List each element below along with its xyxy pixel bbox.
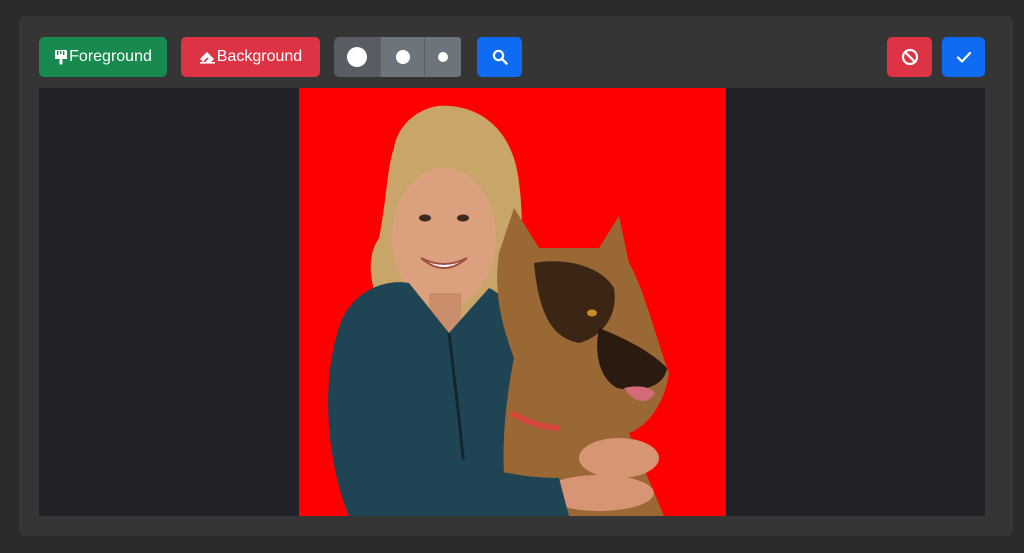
- brush-size-group: [334, 37, 462, 77]
- woman-and-dog-photo: [328, 105, 669, 516]
- zoom-search-button[interactable]: [477, 37, 522, 77]
- brush-large-dot: [347, 47, 367, 67]
- toolbar: Foreground Background: [39, 37, 985, 78]
- editor-canvas[interactable]: [39, 88, 985, 516]
- brush-medium-dot: [395, 50, 410, 64]
- paintbrush-icon: [54, 49, 68, 65]
- cancel-button[interactable]: [887, 37, 932, 77]
- background-label: Background: [216, 48, 303, 65]
- cutout-image[interactable]: [299, 88, 726, 516]
- foreground-button[interactable]: Foreground: [39, 37, 167, 77]
- eraser-icon: [199, 50, 216, 64]
- background-button[interactable]: Background: [181, 37, 320, 77]
- editor-panel: Foreground Background: [19, 16, 1013, 536]
- brush-large-button[interactable]: [334, 37, 381, 77]
- search-icon: [492, 49, 508, 65]
- brush-small-dot: [438, 52, 448, 62]
- ban-icon: [901, 48, 919, 66]
- confirm-button[interactable]: [942, 37, 985, 77]
- check-icon: [956, 50, 972, 64]
- brush-small-button[interactable]: [425, 37, 461, 77]
- brush-medium-button[interactable]: [381, 37, 425, 77]
- foreground-label: Foreground: [69, 48, 152, 65]
